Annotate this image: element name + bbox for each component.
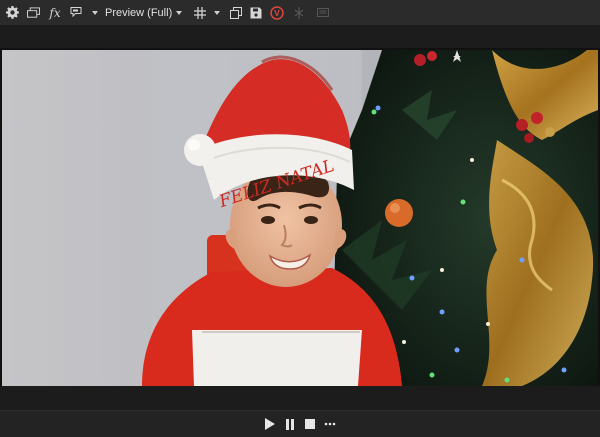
preview-quality-dropdown[interactable]: Preview (Full) [92,2,183,24]
window-stack-icon[interactable] [24,2,42,24]
preview-subbar [0,26,600,48]
copy-icon[interactable] [228,2,244,24]
vfx-badge-label: V [274,8,280,18]
stop-icon[interactable] [301,415,319,433]
grid-icon[interactable] [192,2,208,24]
split-icon [290,2,308,24]
safe-area-icon [312,2,334,24]
more-icon[interactable] [321,415,339,433]
fx-button[interactable]: fx [46,2,64,24]
preview-viewport[interactable]: FELIZ NATAL [0,48,600,386]
pause-icon[interactable] [281,415,299,433]
preview-frame: FELIZ NATAL [2,50,598,386]
play-icon[interactable] [261,415,279,433]
preview-bottom-gap [0,386,600,410]
transport-bar [0,410,600,437]
chevron-down-icon [92,10,98,15]
save-icon[interactable] [248,2,264,24]
chevron-down-icon[interactable] [214,10,221,15]
preview-toolbar: fx Preview (Full) V [0,0,600,26]
preview-quality-label: Preview (Full) [105,6,173,19]
preview-image: FELIZ NATAL [2,50,598,386]
gear-icon[interactable] [4,2,20,24]
chevron-down-icon [176,10,183,15]
video-preview-window: fx Preview (Full) V FELIZ NATAL [0,0,600,437]
flag-icon[interactable] [68,2,84,24]
vfx-badge-icon[interactable]: V [268,2,286,24]
